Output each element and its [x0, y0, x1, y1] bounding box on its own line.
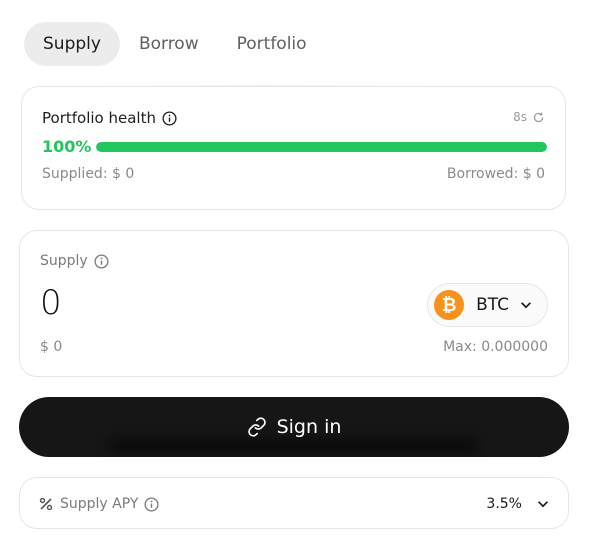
health-title-row: Portfolio health: [42, 109, 177, 127]
tab-bar: Supply Borrow Portfolio: [24, 22, 326, 66]
lending-widget: Supply Borrow Portfolio Portfolio health…: [0, 0, 597, 550]
supply-label-row: Supply: [40, 253, 109, 269]
asset-selector[interactable]: ₿ BTC: [427, 283, 548, 327]
supply-label: Supply: [40, 253, 88, 269]
info-icon[interactable]: [94, 253, 109, 269]
supply-usd-value: $ 0: [40, 339, 63, 355]
health-percent: 100%: [42, 137, 92, 156]
refresh-countdown: 8s: [513, 110, 527, 124]
link-icon: [247, 417, 266, 437]
borrowed-amount: Borrowed: $ 0: [446, 166, 545, 182]
apy-label-group: Supply APY: [38, 478, 159, 530]
tab-portfolio[interactable]: Portfolio: [218, 22, 326, 66]
supply-card: Supply 0 ₿ BTC $ 0 Max: 0.000000: [19, 230, 569, 377]
refresh-icon: [533, 111, 544, 122]
apy-value: 3.5%: [486, 496, 522, 512]
apy-label: Supply APY: [60, 496, 139, 512]
apy-value-group: 3.5%: [486, 478, 550, 530]
tab-borrow[interactable]: Borrow: [120, 22, 218, 66]
health-progress-bar: [96, 142, 547, 152]
sign-in-button[interactable]: Sign in: [19, 397, 569, 457]
portfolio-health-card: Portfolio health 8s 100% Supplied: $ 0 B…: [21, 86, 566, 210]
tab-supply[interactable]: Supply: [24, 22, 120, 66]
supply-amount-input[interactable]: 0: [40, 283, 62, 323]
sign-in-label: Sign in: [276, 416, 342, 438]
supply-max[interactable]: Max: 0.000000: [443, 339, 548, 355]
supply-apy-row[interactable]: Supply APY 3.5%: [19, 477, 569, 529]
asset-name: BTC: [476, 295, 509, 315]
health-title: Portfolio health: [42, 109, 156, 127]
chevron-down-icon: [521, 302, 531, 309]
chevron-down-icon: [538, 501, 548, 508]
supplied-amount: Supplied: $ 0: [42, 166, 135, 182]
health-progress-fill: [96, 142, 547, 152]
percent-icon: [39, 497, 53, 511]
info-icon[interactable]: [162, 110, 177, 126]
bitcoin-icon: ₿: [434, 290, 465, 320]
info-icon[interactable]: [144, 496, 159, 512]
refresh-timer[interactable]: 8s: [513, 110, 545, 124]
